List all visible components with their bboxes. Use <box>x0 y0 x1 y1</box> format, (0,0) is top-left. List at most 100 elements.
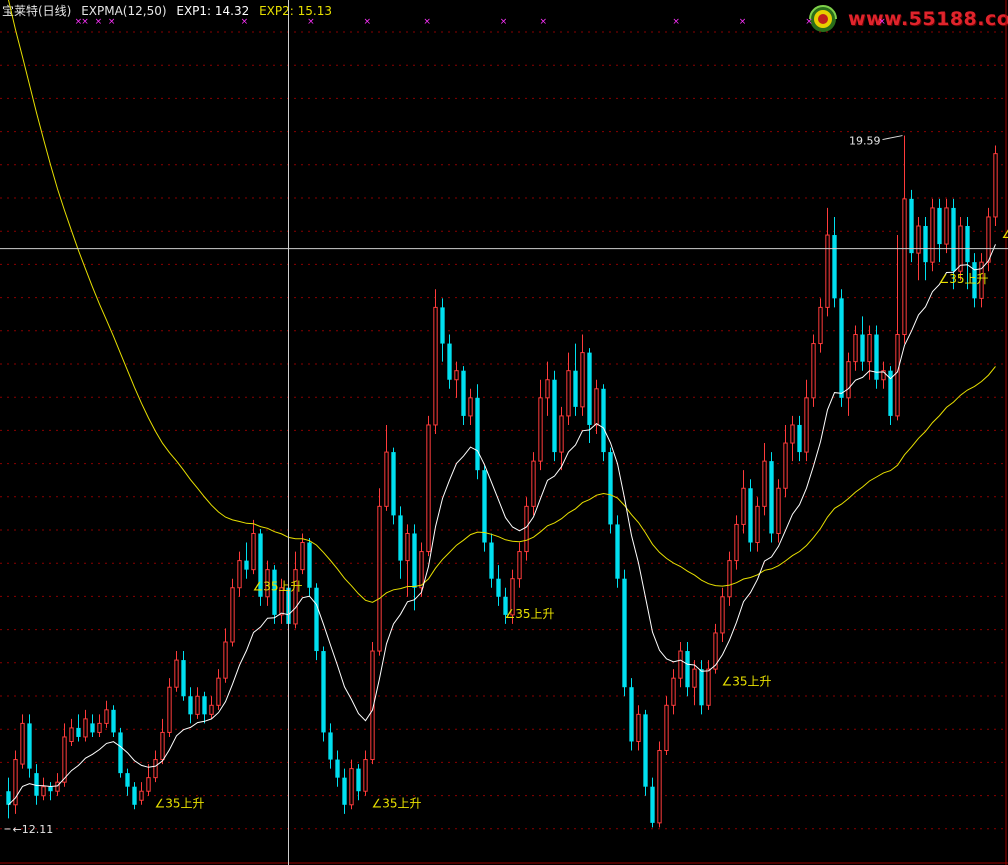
candle-body <box>342 777 347 805</box>
candle-body <box>965 226 970 263</box>
candle-body <box>860 334 865 362</box>
candle-body <box>811 343 816 399</box>
candle-body <box>650 786 655 823</box>
candle-body <box>762 460 767 507</box>
max-price-label: 19.59 <box>849 135 881 148</box>
candle-body <box>545 379 550 399</box>
candle-body <box>251 532 256 571</box>
candle-body <box>853 334 858 363</box>
candle-body <box>41 786 46 797</box>
candle-body <box>587 352 592 425</box>
candle-body <box>20 722 25 765</box>
candle-body <box>188 696 193 715</box>
signal-marker: × <box>540 17 548 27</box>
candle-body <box>741 487 746 525</box>
candle-body <box>111 709 116 733</box>
candle-body <box>573 370 578 407</box>
signal-marker: × <box>739 17 747 27</box>
candle-body <box>398 515 403 561</box>
candle-body <box>482 470 487 543</box>
trend-annotation: ∠35 <box>1002 227 1008 241</box>
candle-body <box>895 334 900 417</box>
candle-body <box>167 686 172 733</box>
candle-body <box>202 696 207 715</box>
candle-body <box>174 659 179 688</box>
trend-annotation: ∠35上升 <box>722 675 772 689</box>
candle-body <box>153 759 158 779</box>
candle-body <box>237 560 242 589</box>
candle-body <box>377 505 382 652</box>
candle-body <box>440 307 445 344</box>
candle-body <box>300 542 305 571</box>
candle-body <box>524 505 529 553</box>
candle-body <box>230 587 235 643</box>
candle-body <box>657 750 662 824</box>
candle-body <box>580 352 585 408</box>
candle-body <box>433 306 438 426</box>
candle-body <box>62 736 67 783</box>
candle-body <box>293 569 298 625</box>
candle-body <box>727 560 732 598</box>
candle-body <box>671 677 676 706</box>
candle-body <box>783 442 788 489</box>
max-price-pointer <box>882 135 903 141</box>
candle-body <box>678 650 683 679</box>
candle-body <box>951 207 956 272</box>
candle-body <box>384 451 389 507</box>
candle-body <box>748 488 753 543</box>
candle-body <box>181 660 186 697</box>
candle-body <box>468 397 473 417</box>
candle-body <box>363 759 368 792</box>
candle-body <box>804 397 809 453</box>
candle-body <box>496 578 501 597</box>
candle-body <box>790 424 795 444</box>
candle-body <box>755 505 760 544</box>
exp1-line <box>8 244 996 806</box>
candle-body <box>993 153 998 218</box>
signal-marker: × <box>241 17 249 27</box>
candle-body <box>846 361 851 399</box>
candle-body <box>818 306 823 345</box>
candle-body <box>314 587 319 652</box>
trend-annotation: ∠35上升 <box>505 607 555 621</box>
candle-body <box>209 704 214 715</box>
exp2-line <box>8 0 996 603</box>
signal-marker: × <box>95 17 103 27</box>
signal-marker: × <box>672 17 680 27</box>
candlestick-chart[interactable]: × × × × × × × × × × × × × ×∠35上升∠35上升∠35上升∠35上升∠35上升∠… <box>0 0 1008 865</box>
candle-body <box>405 532 410 562</box>
candle-body <box>643 714 648 787</box>
candle-body <box>244 560 249 570</box>
candle-body <box>986 216 991 263</box>
candle-body <box>720 596 725 634</box>
candle-body <box>90 723 95 733</box>
signal-marker: × <box>500 17 508 27</box>
candle-body <box>139 790 144 801</box>
candle-body <box>552 379 557 453</box>
candle-body <box>216 677 221 706</box>
candle-body <box>839 298 844 398</box>
candle-body <box>412 533 417 588</box>
candle-body <box>615 524 620 579</box>
candle-body <box>608 452 613 525</box>
candle-body <box>622 578 627 688</box>
candle-body <box>594 388 599 426</box>
candle-body <box>699 669 704 706</box>
candle-body <box>356 768 361 792</box>
candle-body <box>118 732 123 774</box>
candle-body <box>146 777 151 792</box>
candle-body <box>636 713 641 742</box>
candle-body <box>328 732 333 760</box>
candle-body <box>307 542 312 588</box>
candle-body <box>104 709 109 724</box>
candle-body <box>321 651 326 733</box>
candle-body <box>692 668 697 688</box>
candle-body <box>909 198 914 254</box>
trend-annotation: ∠35上升 <box>372 797 422 811</box>
candle-body <box>517 551 522 580</box>
candle-body <box>34 773 39 796</box>
candle-body <box>874 334 879 380</box>
candle-body <box>391 452 396 516</box>
signal-marker: × <box>81 17 89 27</box>
candle-body <box>76 727 81 737</box>
